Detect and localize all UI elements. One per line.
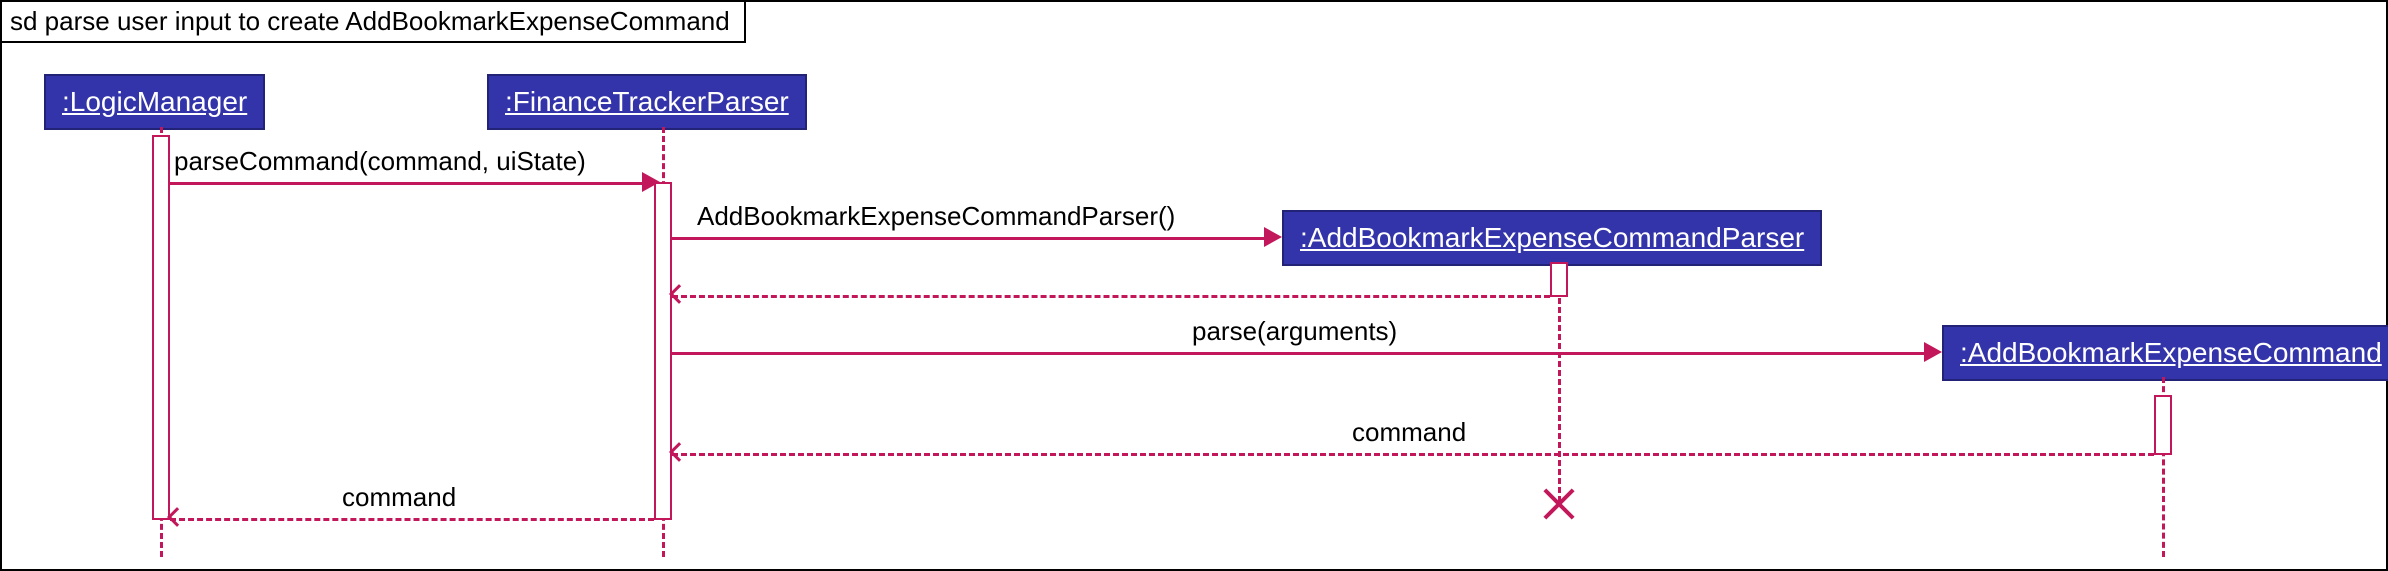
activation-logic-manager: [152, 135, 170, 520]
arrow-icon: [642, 172, 660, 192]
return-command-2: [170, 518, 654, 521]
message-label: parseCommand(command, uiState): [174, 146, 586, 177]
activation-add-bookmark-expense-command: [2154, 395, 2172, 455]
participant-add-bookmark-expense-command: :AddBookmarkExpenseCommand: [1942, 325, 2388, 381]
participant-finance-tracker-parser: :FinanceTrackerParser: [487, 74, 807, 130]
frame-title: sd parse user input to create AddBookmar…: [2, 2, 746, 43]
participant-add-bookmark-expense-command-parser: :AddBookmarkExpenseCommandParser: [1282, 210, 1822, 266]
arrow-icon: [669, 442, 689, 462]
message-parse-command: [170, 182, 654, 185]
participant-label: :AddBookmarkExpenseCommandParser: [1300, 222, 1804, 253]
return-command-1: [672, 453, 2154, 456]
destroy-icon: [1539, 484, 1579, 524]
lifeline-add-bookmark-expense-command-parser: [1558, 262, 1561, 502]
arrow-icon: [1264, 227, 1282, 247]
arrow-icon: [167, 507, 187, 527]
message-label: parse(arguments): [1192, 316, 1397, 347]
participant-label: :LogicManager: [62, 86, 247, 117]
participant-label: :FinanceTrackerParser: [505, 86, 789, 117]
activation-add-bookmark-expense-command-parser: [1550, 262, 1568, 297]
message-label: command: [1352, 417, 1466, 448]
sequence-diagram: sd parse user input to create AddBookmar…: [0, 0, 2388, 571]
arrow-icon: [669, 284, 689, 304]
frame-title-text: sd parse user input to create AddBookmar…: [10, 6, 730, 36]
message-create-parser: [672, 237, 1274, 240]
participant-label: :AddBookmarkExpenseCommand: [1960, 337, 2382, 368]
participant-logic-manager: :LogicManager: [44, 74, 265, 130]
return-parser: [672, 295, 1550, 298]
message-label: command: [342, 482, 456, 513]
message-parse-arguments: [672, 352, 1934, 355]
arrow-icon: [1924, 342, 1942, 362]
activation-finance-tracker-parser: [654, 182, 672, 520]
message-label: AddBookmarkExpenseCommandParser(): [697, 201, 1175, 232]
